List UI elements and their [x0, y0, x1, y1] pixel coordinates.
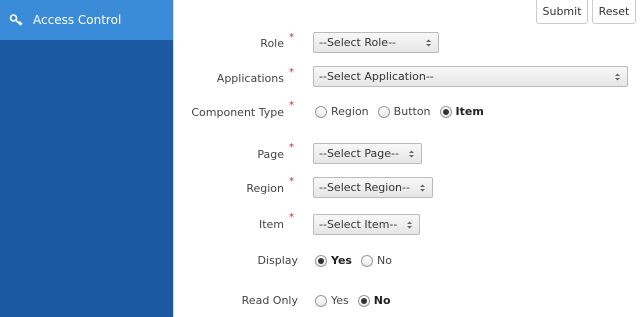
radio-button[interactable] [315, 294, 327, 307]
read-only-option-yes[interactable]: Yes [315, 294, 349, 307]
option-label: Button [393, 105, 431, 118]
role-select[interactable]: --Select Role-- [313, 32, 439, 53]
component-type-option-region[interactable]: Region [315, 105, 369, 118]
display-option-no[interactable]: No [360, 254, 392, 267]
radio-button[interactable] [360, 254, 373, 267]
page-select[interactable]: --Select Page-- [313, 143, 422, 164]
applications-label: Applications [216, 72, 284, 85]
required-marker: * [289, 67, 294, 78]
page-label: Page [257, 148, 284, 161]
option-label: No [373, 294, 391, 307]
select-arrows-icon [408, 148, 415, 160]
item-label: Item [258, 218, 284, 231]
select-arrows-icon [419, 182, 426, 194]
reset-button[interactable]: Reset [592, 0, 636, 24]
option-label: Region [331, 105, 369, 118]
required-marker: * [289, 32, 294, 43]
option-label: No [376, 254, 392, 267]
required-marker: * [289, 100, 294, 111]
item-select-value: --Select Item-- [319, 218, 398, 231]
required-marker: * [289, 176, 294, 187]
read-only-radio-group: Yes No [315, 294, 400, 307]
radio-button[interactable] [315, 105, 327, 118]
sidebar-item-access-control[interactable]: Access Control [0, 0, 173, 40]
region-select[interactable]: --Select Region-- [313, 177, 433, 198]
component-type-option-button[interactable]: Button [377, 105, 431, 118]
select-arrows-icon [406, 219, 413, 231]
role-label: Role [260, 37, 284, 50]
component-type-radio-group: Region Button Item [315, 105, 493, 118]
select-arrows-icon [614, 71, 621, 83]
required-marker: * [289, 142, 294, 153]
sidebar-item-label: Access Control [33, 13, 122, 27]
display-radio-group: Yes No [315, 254, 401, 267]
component-type-label: Component Type [191, 106, 284, 119]
region-select-value: --Select Region-- [319, 181, 410, 194]
key-icon [9, 13, 23, 27]
component-type-option-item[interactable]: Item [439, 105, 484, 118]
submit-button[interactable]: Submit [536, 0, 588, 24]
display-label: Display [257, 254, 298, 267]
applications-select[interactable]: --Select Application-- [313, 66, 628, 87]
region-label: Region [246, 182, 284, 195]
display-option-yes[interactable]: Yes [315, 254, 352, 267]
read-only-label: Read Only [241, 294, 298, 307]
option-label: Item [455, 105, 484, 118]
required-marker: * [289, 212, 294, 223]
sidebar [0, 0, 173, 317]
applications-select-value: --Select Application-- [319, 70, 434, 83]
read-only-option-no[interactable]: No [357, 294, 391, 307]
page-select-value: --Select Page-- [319, 147, 399, 160]
role-select-value: --Select Role-- [319, 36, 397, 49]
radio-button[interactable] [377, 105, 390, 118]
radio-button-selected[interactable] [315, 254, 327, 267]
item-select[interactable]: --Select Item-- [313, 214, 420, 235]
select-arrows-icon [425, 37, 432, 49]
radio-button-selected[interactable] [357, 294, 370, 307]
option-label: Yes [331, 254, 352, 267]
radio-button-selected[interactable] [439, 105, 452, 118]
option-label: Yes [331, 294, 349, 307]
